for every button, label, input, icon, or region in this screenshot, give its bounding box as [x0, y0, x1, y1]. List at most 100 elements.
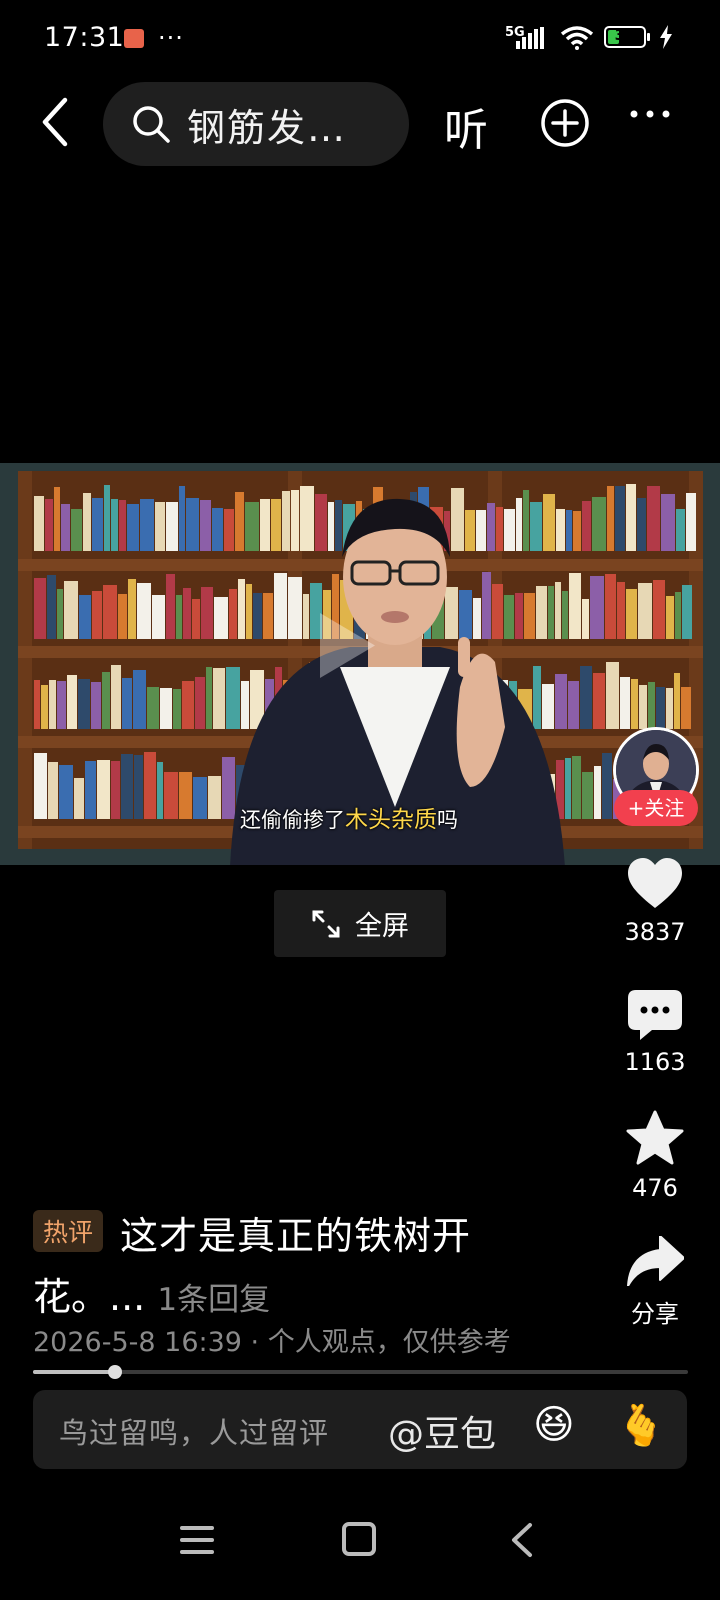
hot-comment-text[interactable]: 这才是真正的铁树开 — [120, 1205, 471, 1260]
post-meta: 2026-5-8 16:39 · 个人观点，仅供参考 — [33, 1327, 511, 1358]
book-spine — [656, 687, 665, 729]
heart-hand-emoji-icon[interactable]: 🫰 — [616, 1402, 666, 1449]
book-spine — [85, 761, 96, 819]
book-spine — [166, 502, 178, 551]
book-spine — [201, 587, 213, 639]
book-spine — [200, 500, 211, 551]
book-spine — [615, 486, 625, 551]
book-spine — [47, 575, 56, 639]
book-spine — [147, 687, 159, 729]
video-progress-bar[interactable] — [33, 1365, 688, 1379]
book-spine — [133, 670, 146, 729]
book-spine — [48, 762, 58, 819]
book-spine — [573, 511, 581, 551]
book-spine — [111, 499, 118, 551]
book-spine — [144, 752, 156, 819]
book-spine — [206, 667, 212, 729]
book-spine — [617, 582, 625, 639]
book-spine — [121, 754, 133, 819]
star-icon — [626, 1110, 684, 1165]
book-spine — [111, 665, 121, 729]
book-spine — [661, 494, 675, 551]
book-spine — [674, 673, 680, 729]
back-button[interactable] — [30, 92, 80, 152]
status-time: 17:31 — [44, 22, 125, 53]
book-spine — [639, 685, 647, 729]
fullscreen-button[interactable]: 全屏 — [274, 890, 446, 957]
home-icon[interactable] — [342, 1522, 376, 1556]
book-spine — [34, 496, 44, 551]
book-spine — [631, 679, 638, 729]
hot-comment-text-continued[interactable]: 花。... 1条回复 — [33, 1266, 270, 1321]
comment-input[interactable]: 鸟过留鸣，人过留评 — [59, 1410, 329, 1452]
book-spine — [166, 574, 175, 639]
search-query: 钢筋发… — [187, 105, 348, 150]
book-spine — [620, 677, 630, 729]
book-spine — [666, 688, 673, 729]
follow-button[interactable]: +关注 — [614, 790, 698, 826]
book-spine — [57, 589, 63, 639]
book-spine — [179, 772, 192, 819]
book-spine — [91, 682, 101, 729]
book-spine — [675, 592, 681, 639]
like-action[interactable]: 3837 — [610, 858, 700, 946]
book-spine — [605, 574, 616, 639]
book-spine — [666, 596, 674, 639]
book-spine — [593, 673, 605, 729]
book-spine — [67, 675, 77, 729]
book-spine — [590, 576, 604, 639]
laugh-emoji-icon[interactable]: 😆 — [533, 1402, 575, 1448]
book-spine — [83, 493, 91, 551]
add-circle-icon[interactable] — [540, 98, 590, 148]
book-spine — [626, 484, 636, 551]
book-spine — [71, 509, 82, 551]
reply-count-link[interactable]: 1条回复 — [157, 1282, 270, 1318]
mention-doubao-button[interactable]: @豆包 — [388, 1405, 496, 1457]
book-spine — [582, 501, 591, 551]
book-spine — [195, 677, 205, 729]
book-spine — [580, 666, 592, 729]
shelf-upright — [18, 471, 32, 849]
book-spine — [638, 583, 652, 639]
book-spine — [676, 509, 685, 551]
book-spine — [111, 761, 120, 819]
subtitle-highlight: 木头杂质 — [345, 807, 437, 833]
book-spine — [182, 681, 194, 729]
back-icon — [42, 97, 68, 147]
book-spine — [92, 591, 102, 639]
comment-action[interactable]: 1163 — [610, 990, 700, 1076]
book-spine — [61, 504, 70, 551]
book-spine — [602, 753, 612, 819]
book-spine — [582, 772, 593, 819]
book-spine — [592, 497, 606, 551]
comment-input-bar[interactable]: 鸟过留鸣，人过留评 @豆包 😆 🫰 — [33, 1390, 687, 1469]
book-spine — [152, 595, 165, 639]
menu-icon[interactable] — [180, 1525, 214, 1555]
battery-icon: 33 — [604, 26, 646, 48]
book-spine — [34, 680, 40, 729]
book-spine — [41, 685, 48, 729]
book-spine — [179, 486, 185, 551]
book-spine — [569, 573, 581, 639]
search-bar[interactable]: 钢筋发… — [103, 82, 409, 166]
more-icon[interactable] — [628, 108, 672, 120]
book-spine — [74, 778, 84, 819]
book-spine — [647, 486, 660, 551]
book-spine — [682, 585, 692, 639]
book-spine — [137, 583, 151, 639]
book-spine — [173, 689, 181, 729]
share-action[interactable]: 分享 — [610, 1235, 700, 1329]
progress-knob[interactable] — [107, 1365, 122, 1379]
book-spine — [134, 755, 143, 819]
book-spine — [103, 585, 117, 639]
listen-button[interactable]: 听 — [444, 94, 488, 158]
book-spine — [127, 504, 139, 551]
favorite-action[interactable]: 476 — [610, 1110, 700, 1202]
book-spine — [186, 498, 199, 551]
book-spine — [97, 760, 110, 819]
back-nav-icon[interactable] — [510, 1522, 534, 1558]
expand-icon — [312, 910, 340, 937]
book-spine — [572, 756, 581, 819]
signal-icon — [516, 27, 544, 49]
book-spine — [686, 493, 696, 551]
